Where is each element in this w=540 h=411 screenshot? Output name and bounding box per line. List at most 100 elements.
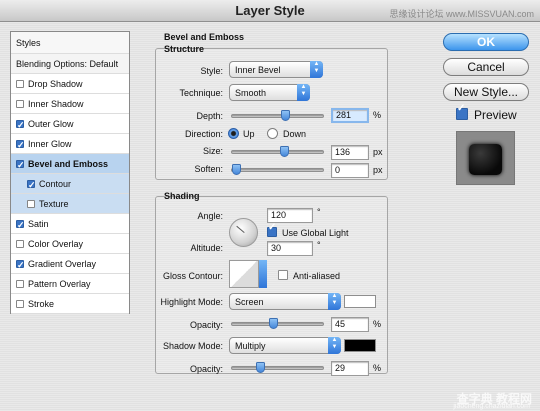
style-item-contour[interactable]: Contour	[11, 174, 129, 195]
depth-label: Depth:	[196, 111, 223, 121]
shadow-opacity-label: Opacity:	[189, 364, 223, 374]
style-item-inner-glow[interactable]: Inner Glow	[11, 134, 129, 155]
shadow-opacity-thumb[interactable]	[256, 362, 265, 373]
style-item-label: Contour	[39, 179, 72, 189]
altitude-input[interactable]: 30	[267, 241, 313, 256]
highlight-opacity-thumb[interactable]	[269, 318, 278, 329]
highlight-opacity-unit: %	[373, 319, 382, 329]
soften-slider[interactable]	[231, 164, 324, 175]
highlight-mode-label: Highlight Mode:	[160, 297, 223, 307]
angle-label: Angle:	[197, 211, 223, 221]
direction-up-radio[interactable]	[228, 128, 239, 139]
angle-indicator-icon	[236, 225, 245, 233]
style-item-drop-shadow[interactable]: Drop Shadow	[11, 74, 129, 94]
contour-checkbox[interactable]	[27, 175, 36, 195]
altitude-unit: °	[317, 240, 321, 250]
use-global-light-checkbox[interactable]	[267, 222, 277, 237]
window-title: Layer Style	[235, 3, 305, 18]
soften-slider-thumb[interactable]	[232, 164, 241, 175]
style-item-bevel-and-emboss[interactable]: Bevel and Emboss	[11, 154, 129, 175]
style-item-outer-glow[interactable]: Outer Glow	[11, 114, 129, 135]
style-item-pattern-overlay[interactable]: Pattern Overlay	[11, 274, 129, 294]
size-slider[interactable]	[231, 146, 324, 157]
shadow-mode-label: Shadow Mode:	[162, 341, 223, 351]
depth-slider[interactable]	[231, 110, 324, 121]
popup-arrows-icon: ▲ ▼	[328, 293, 341, 310]
altitude-label: Altitude:	[190, 243, 223, 253]
bevel-and-emboss-checkbox[interactable]	[16, 155, 25, 175]
style-item-inner-shadow[interactable]: Inner Shadow	[11, 94, 129, 114]
styles-list: Styles Blending Options: Default Drop Sh…	[10, 31, 130, 314]
shadow-opacity-slider[interactable]	[231, 362, 324, 373]
ok-button[interactable]: OK	[443, 33, 529, 51]
shadow-opacity-unit: %	[373, 363, 382, 373]
inner-shadow-checkbox[interactable]	[16, 100, 24, 108]
depth-input[interactable]: 281	[331, 108, 369, 123]
new-style-button[interactable]: New Style...	[443, 83, 529, 101]
angle-wheel[interactable]	[229, 218, 258, 247]
cancel-button[interactable]: Cancel	[443, 58, 529, 76]
bevel-emboss-heading: Bevel and Emboss	[164, 32, 245, 42]
style-item-color-overlay[interactable]: Color Overlay	[11, 234, 129, 254]
layer-style-window: Layer Style 思缘设计论坛 www.MISSVUAN.com Styl…	[0, 0, 540, 411]
size-input[interactable]: 136	[331, 145, 369, 160]
texture-checkbox[interactable]	[27, 200, 35, 208]
gloss-contour-preview[interactable]	[229, 260, 259, 288]
use-global-light-label: Use Global Light	[282, 228, 349, 238]
anti-aliased-checkbox[interactable]	[278, 270, 288, 280]
gradient-overlay-checkbox[interactable]	[16, 255, 25, 275]
styles-header[interactable]: Styles	[11, 32, 129, 54]
depth-unit: %	[373, 110, 382, 120]
angle-input[interactable]: 120	[267, 208, 313, 223]
satin-checkbox[interactable]	[16, 215, 25, 235]
shadow-opacity-input[interactable]: 29	[331, 361, 369, 376]
style-item-label: Satin	[28, 219, 49, 229]
size-unit: px	[373, 147, 383, 157]
shadow-mode-popup[interactable]: Multiply ▲ ▼	[229, 337, 341, 354]
anti-aliased-label: Anti-aliased	[293, 271, 341, 281]
drop-shadow-checkbox[interactable]	[16, 80, 24, 88]
style-popup[interactable]: Inner Bevel ▲ ▼	[229, 61, 323, 78]
technique-popup[interactable]: Smooth ▲ ▼	[229, 84, 310, 101]
style-label: Style:	[200, 66, 223, 76]
highlight-color-swatch[interactable]	[344, 295, 376, 308]
style-item-label: Gradient Overlay	[28, 259, 97, 269]
highlight-mode-popup[interactable]: Screen ▲ ▼	[229, 293, 341, 310]
highlight-opacity-slider[interactable]	[231, 318, 324, 329]
watermark: 思缘设计论坛 www.MISSVUAN.com	[389, 9, 534, 19]
outer-glow-checkbox[interactable]	[16, 115, 25, 135]
style-item-label: Color Overlay	[28, 239, 84, 249]
gloss-contour-label: Gloss Contour:	[162, 271, 223, 281]
style-item-label: Inner Glow	[28, 139, 72, 149]
highlight-opacity-input[interactable]: 45	[331, 317, 369, 332]
style-item-gradient-overlay[interactable]: Gradient Overlay	[11, 254, 129, 275]
preview-checkbox[interactable]	[456, 103, 468, 120]
stroke-checkbox[interactable]	[16, 300, 24, 308]
color-overlay-checkbox[interactable]	[16, 240, 24, 248]
style-item-label: Drop Shadow	[28, 79, 83, 89]
style-item-label: Pattern Overlay	[28, 279, 91, 289]
style-item-satin[interactable]: Satin	[11, 214, 129, 235]
inner-glow-checkbox[interactable]	[16, 135, 25, 155]
blending-options-item[interactable]: Blending Options: Default	[11, 54, 129, 74]
style-item-label: Stroke	[28, 299, 55, 309]
structure-title: Structure	[164, 44, 205, 54]
title-bar: Layer Style 思缘设计论坛 www.MISSVUAN.com	[0, 0, 540, 22]
soften-input[interactable]: 0	[331, 163, 369, 178]
style-preview	[456, 131, 515, 185]
style-item-label: Inner Shadow	[28, 99, 84, 109]
style-item-stroke[interactable]: Stroke	[11, 294, 129, 314]
depth-slider-thumb[interactable]	[281, 110, 290, 121]
soften-unit: px	[373, 165, 383, 175]
size-slider-thumb[interactable]	[280, 146, 289, 157]
direction-down-radio[interactable]	[267, 128, 278, 139]
shadow-color-swatch[interactable]	[344, 339, 376, 352]
direction-down-label: Down	[283, 129, 307, 139]
style-item-texture[interactable]: Texture	[11, 194, 129, 214]
angle-unit: °	[317, 207, 321, 217]
gloss-contour-dropdown-icon[interactable]	[259, 260, 267, 288]
technique-popup-value: Smooth	[235, 88, 267, 98]
shadow-mode-value: Multiply	[235, 341, 266, 351]
highlight-mode-value: Screen	[235, 297, 264, 307]
pattern-overlay-checkbox[interactable]	[16, 280, 24, 288]
